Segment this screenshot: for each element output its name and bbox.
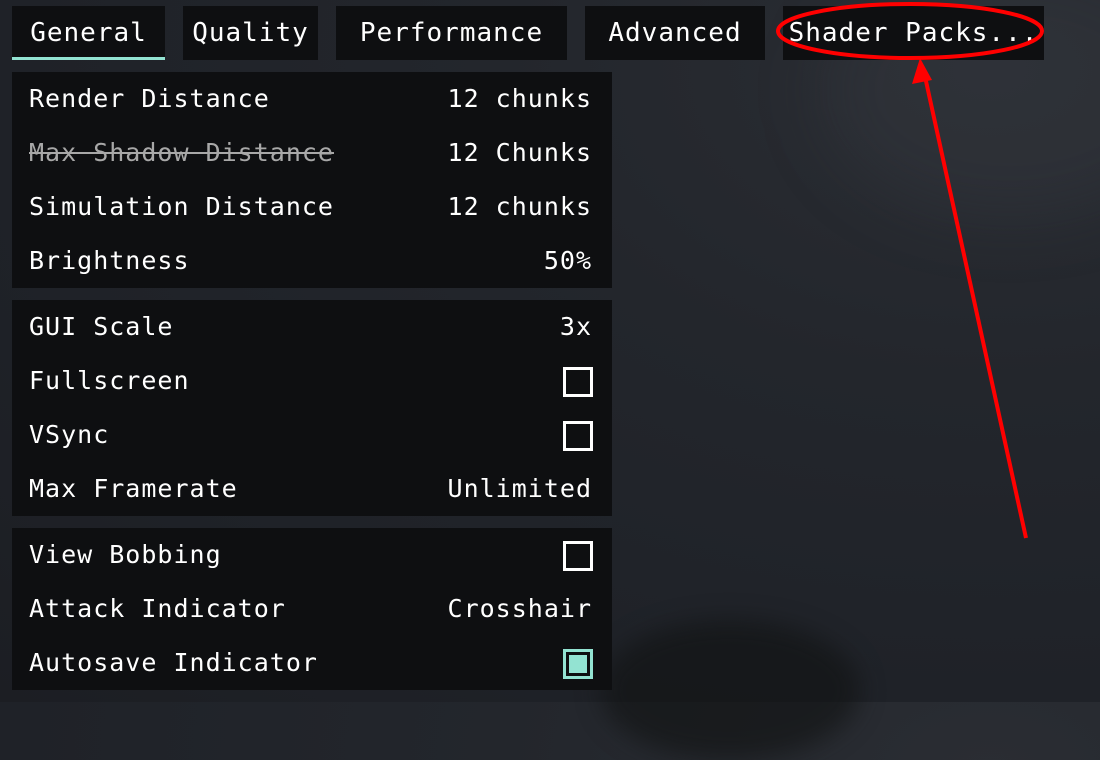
- setting-fullscreen[interactable]: Fullscreen: [12, 354, 612, 408]
- setting-brightness[interactable]: Brightness 50%: [12, 234, 612, 288]
- background-foliage: [600, 620, 860, 760]
- setting-vsync[interactable]: VSync: [12, 408, 612, 462]
- settings-group-misc: View Bobbing Attack Indicator Crosshair …: [12, 528, 612, 690]
- tab-shader-packs[interactable]: Shader Packs...: [783, 6, 1044, 60]
- settings-group-distance: Render Distance 12 chunks Max Shadow Dis…: [12, 72, 612, 288]
- setting-label: Max Shadow Distance: [29, 138, 334, 167]
- setting-label: Attack Indicator: [29, 594, 286, 623]
- fullscreen-checkbox[interactable]: [563, 367, 593, 397]
- setting-render-distance[interactable]: Render Distance 12 chunks: [12, 72, 612, 126]
- setting-value: 12 Chunks: [447, 138, 592, 167]
- tab-general[interactable]: General: [12, 6, 165, 60]
- setting-value: 12 chunks: [447, 84, 592, 113]
- setting-label: View Bobbing: [29, 540, 222, 569]
- setting-value: Crosshair: [447, 594, 592, 623]
- tab-performance-label: Performance: [359, 18, 544, 48]
- setting-autosave-indicator[interactable]: Autosave Indicator: [12, 636, 612, 690]
- setting-simulation-distance[interactable]: Simulation Distance 12 chunks: [12, 180, 612, 234]
- autosave-indicator-checkbox[interactable]: [563, 649, 593, 679]
- setting-max-framerate[interactable]: Max Framerate Unlimited: [12, 462, 612, 516]
- tab-advanced-label: Advanced: [608, 18, 742, 48]
- tab-advanced[interactable]: Advanced: [585, 6, 765, 60]
- setting-max-shadow-distance: Max Shadow Distance 12 Chunks: [12, 126, 612, 180]
- setting-gui-scale[interactable]: GUI Scale 3x: [12, 300, 612, 354]
- annotation-arrow-line: [922, 71, 1028, 539]
- setting-value: 50%: [543, 246, 592, 275]
- setting-value: 3x: [559, 312, 592, 341]
- vsync-checkbox[interactable]: [563, 421, 593, 451]
- setting-label: Fullscreen: [29, 366, 190, 395]
- annotation-arrow-head: [912, 58, 932, 84]
- settings-group-display: GUI Scale 3x Fullscreen VSync Max Framer…: [12, 300, 612, 516]
- setting-label: Brightness: [29, 246, 190, 275]
- setting-label: Simulation Distance: [29, 192, 334, 221]
- tab-shader-packs-label: Shader Packs...: [788, 18, 1039, 48]
- setting-label: GUI Scale: [29, 312, 174, 341]
- setting-label: Autosave Indicator: [29, 648, 318, 677]
- setting-label: Render Distance: [29, 84, 270, 113]
- tab-performance[interactable]: Performance: [336, 6, 567, 60]
- setting-label: VSync: [29, 420, 110, 449]
- setting-attack-indicator[interactable]: Attack Indicator Crosshair: [12, 582, 612, 636]
- setting-label: Max Framerate: [29, 474, 238, 503]
- view-bobbing-checkbox[interactable]: [563, 541, 593, 571]
- tab-general-label: General: [30, 18, 147, 48]
- tab-quality-label: Quality: [192, 18, 309, 48]
- setting-value: 12 chunks: [447, 192, 592, 221]
- setting-view-bobbing[interactable]: View Bobbing: [12, 528, 612, 582]
- tab-quality[interactable]: Quality: [183, 6, 318, 60]
- setting-value: Unlimited: [447, 474, 592, 503]
